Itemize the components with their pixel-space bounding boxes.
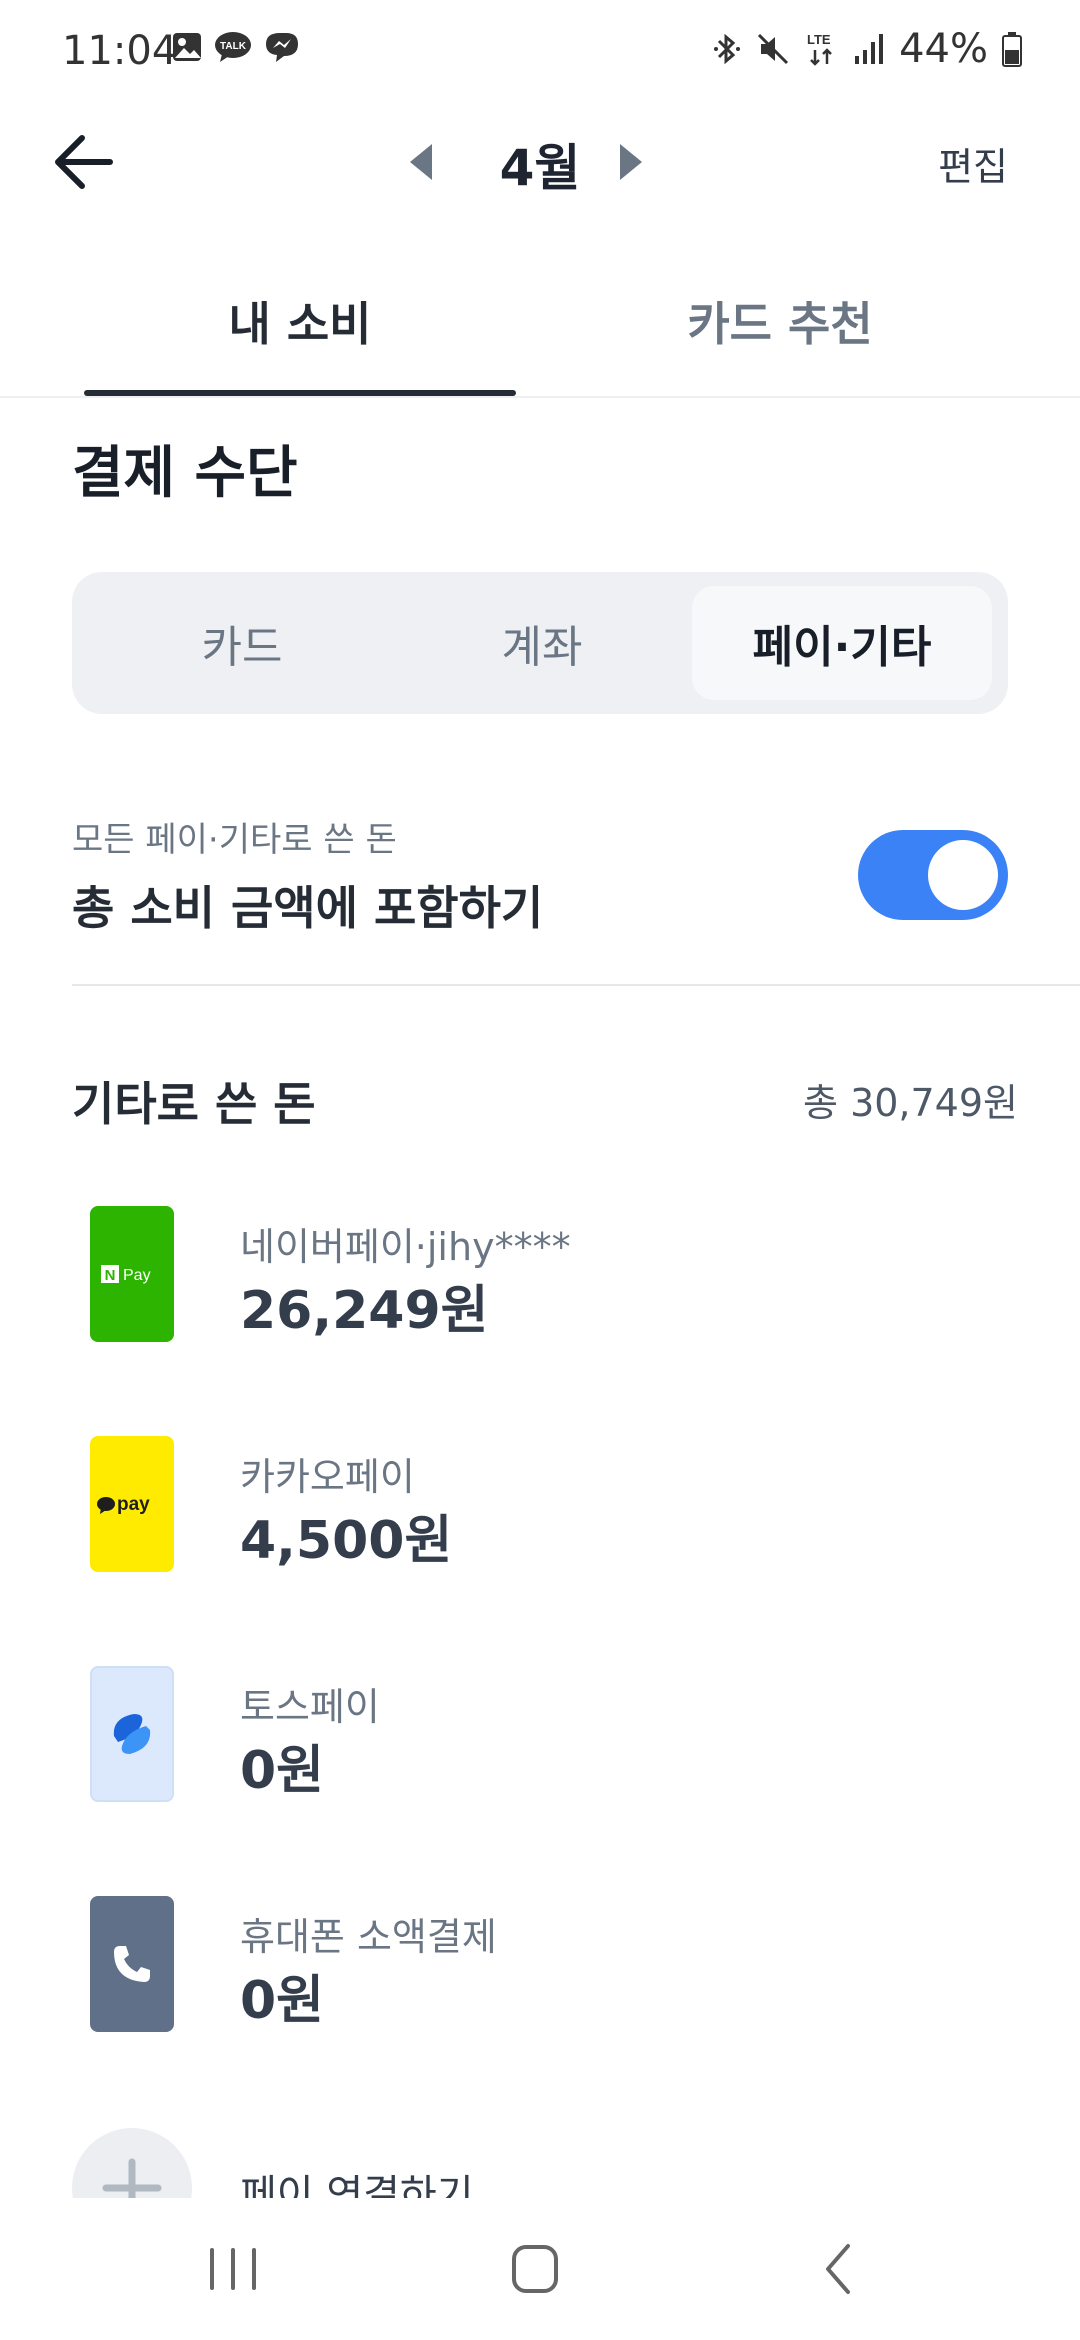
messenger-icon (266, 33, 298, 62)
recent-apps-icon[interactable] (188, 2234, 278, 2304)
pay-amount: 26,249원 (240, 1281, 489, 1341)
lte-icon: LTE (807, 32, 832, 66)
pay-amount: 0원 (240, 1741, 325, 1801)
battery-percent: 44% (899, 26, 988, 72)
notification-icons: TALK (170, 30, 302, 64)
kakaopay-logo: pay (90, 1436, 174, 1572)
toggle-knob (928, 840, 998, 910)
system-nav-bar (0, 2198, 1080, 2340)
svg-text:N: N (105, 1267, 116, 1284)
connect-pay-row[interactable]: 페이 연결하기 (0, 2128, 1080, 2198)
tab-my-spending[interactable]: 내 소비 (84, 288, 516, 354)
signal-icon (855, 34, 884, 64)
divider (72, 984, 1080, 986)
home-icon[interactable] (490, 2234, 580, 2304)
tosspay-logo-mark (113, 1714, 151, 1754)
include-total-toggle[interactable] (858, 830, 1008, 920)
tab-card-recommend[interactable]: 카드 추천 (560, 288, 1000, 354)
segment-card[interactable]: 카드 (92, 586, 392, 700)
pay-name: 네이버페이·jihy**** (240, 1225, 571, 1269)
month-label: 4월 (499, 139, 581, 197)
payment-type-segment: 카드 계좌 페이·기타 (72, 572, 1008, 714)
kakaopay-logo-mark: pay (97, 1494, 150, 1515)
svg-text:LTE: LTE (807, 32, 831, 47)
naverpay-logo: N Pay (90, 1206, 174, 1342)
list-item-naverpay[interactable]: N Pay 네이버페이·jihy**** 26,249원 (0, 1206, 1080, 1386)
back-nav-icon[interactable] (794, 2234, 884, 2304)
tab-indicator (84, 390, 516, 396)
toggle-title: 총 소비 금액에 포함하기 (72, 881, 544, 935)
other-spending-title: 기타로 쓴 돈 (72, 1077, 316, 1131)
back-arrow-icon[interactable] (48, 126, 120, 198)
edit-button[interactable]: 편집 (938, 136, 1008, 191)
pay-name: 토스페이 (240, 1685, 380, 1729)
payment-method-title: 결제 수단 (72, 441, 298, 506)
svg-text:TALK: TALK (220, 41, 247, 52)
pay-name: 휴대폰 소액결제 (240, 1915, 497, 1959)
status-right: LTE 44% (713, 26, 1022, 72)
prev-month-icon[interactable] (404, 142, 440, 182)
connect-pay-label: 페이 연결하기 (240, 2172, 474, 2198)
bluetooth-icon (714, 33, 741, 65)
screen: 11:04 TALK LTE 44% 4월 편집 내 소비 카드 추천 결제 수… (0, 0, 1080, 2340)
status-bar: 11:04 TALK LTE 44% (0, 0, 1080, 100)
mute-icon (758, 33, 789, 65)
phone-handset-icon (114, 1946, 150, 1982)
pay-amount: 0원 (240, 1971, 325, 2031)
naverpay-logo-mark: N Pay (101, 1265, 151, 1284)
tab-bar: 내 소비 카드 추천 (0, 268, 1080, 398)
list-item-tosspay[interactable]: 토스페이 0원 (0, 1666, 1080, 1846)
kakaotalk-icon: TALK (215, 32, 251, 62)
tosspay-logo (90, 1666, 174, 1802)
other-spending-total: 총 30,749원 (803, 1081, 1018, 1125)
svg-text:pay: pay (117, 1494, 150, 1515)
segment-pay-other[interactable]: 페이·기타 (692, 586, 992, 700)
pay-name: 카카오페이 (240, 1455, 415, 1499)
svg-text:Pay: Pay (123, 1267, 151, 1284)
next-month-icon[interactable] (612, 142, 648, 182)
gallery-icon (173, 33, 201, 61)
battery-icon (1002, 32, 1022, 67)
add-icon (72, 2128, 192, 2198)
phone-icon (90, 1896, 174, 2032)
pay-amount: 4,500원 (240, 1511, 453, 1571)
status-time: 11:04 (62, 28, 178, 74)
list-item-kakaopay[interactable]: pay 카카오페이 4,500원 (0, 1436, 1080, 1616)
list-item-phone-payment[interactable]: 휴대폰 소액결제 0원 (0, 1896, 1080, 2076)
segment-account[interactable]: 계좌 (392, 586, 692, 700)
toggle-caption: 모든 페이·기타로 쓴 돈 (72, 820, 397, 860)
header: 4월 편집 (0, 100, 1080, 220)
